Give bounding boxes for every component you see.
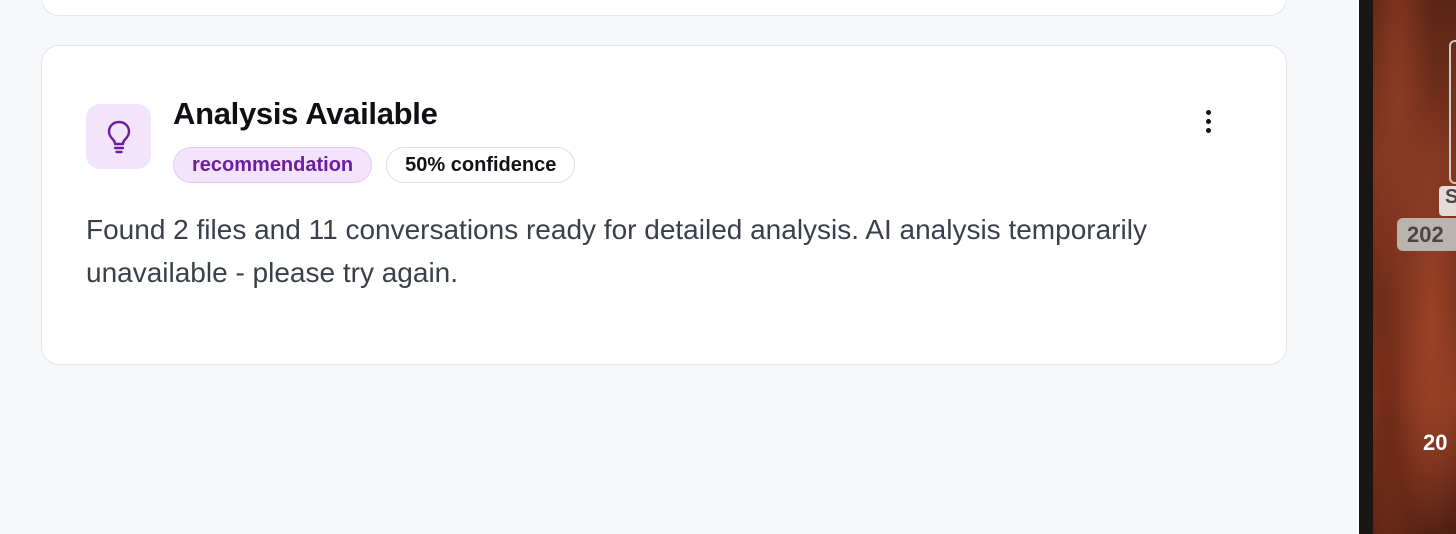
window-divider xyxy=(1359,0,1373,534)
insight-title: Analysis Available xyxy=(173,96,438,131)
desktop-wallpaper: S 202 20 xyxy=(1373,0,1456,534)
desktop-widget-chip-top: S xyxy=(1439,186,1456,216)
insight-card: Analysis Available recommendation 50% co… xyxy=(41,45,1287,365)
previous-insight-card xyxy=(41,0,1287,16)
more-vertical-icon-dot xyxy=(1205,127,1211,133)
insight-description: Found 2 files and 11 conversations ready… xyxy=(86,214,1147,288)
insight-badges: recommendation 50% confidence xyxy=(173,147,576,183)
desktop-widget-chip: 202 xyxy=(1397,218,1456,251)
desktop-label: 20 xyxy=(1423,430,1448,455)
more-vertical-icon-dot xyxy=(1205,118,1211,124)
more-options-button[interactable] xyxy=(1190,102,1226,140)
desktop-widget xyxy=(1449,40,1456,184)
app-window: Analysis Available recommendation 50% co… xyxy=(0,0,1456,534)
lightbulb-icon xyxy=(107,120,130,153)
insight-type-badge: recommendation xyxy=(173,147,373,183)
confidence-badge: 50% confidence xyxy=(386,147,576,183)
more-vertical-icon xyxy=(1205,109,1211,115)
main-content: Analysis Available recommendation 50% co… xyxy=(0,0,1359,534)
insight-icon-container xyxy=(86,104,151,169)
